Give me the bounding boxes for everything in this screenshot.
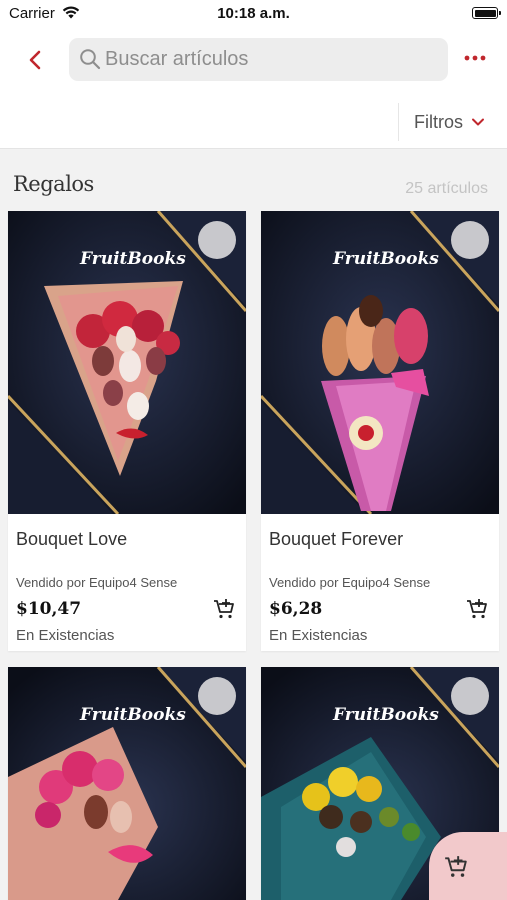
search-input[interactable] (105, 38, 435, 81)
stock-status: En Existencias (269, 627, 368, 644)
product-price: $6,28 (269, 599, 323, 619)
product-name[interactable]: Bouquet Love (16, 529, 127, 550)
product-price: $10,47 (16, 599, 82, 619)
favorite-icon[interactable] (198, 221, 236, 259)
clock: 10:18 a.m. (217, 5, 290, 22)
product-image[interactable]: FruitBooks (8, 211, 246, 514)
stock-status: En Existencias (16, 627, 115, 644)
add-to-cart-icon[interactable] (465, 597, 489, 621)
status-bar: Carrier 10:18 a.m. (0, 0, 507, 28)
brand-logo: FruitBooks (333, 705, 439, 725)
product-image[interactable]: FruitBooks (8, 667, 246, 900)
battery-icon (472, 7, 501, 19)
product-card[interactable]: FruitBooks (8, 667, 246, 900)
add-to-cart-icon (445, 856, 467, 877)
product-card[interactable]: FruitBooks Bouquet Forever Vendido por E… (261, 211, 499, 651)
filters-button[interactable]: Filtros (414, 108, 485, 136)
section-title: Regalos (13, 172, 94, 196)
more-icon[interactable] (462, 48, 488, 68)
brand-logo: FruitBooks (333, 249, 439, 269)
favorite-icon[interactable] (451, 677, 489, 715)
favorite-icon[interactable] (451, 221, 489, 259)
filters-label: Filtros (414, 111, 463, 132)
floating-cart-button[interactable] (429, 832, 507, 900)
product-seller: Vendido por Equipo4 Sense (269, 575, 431, 590)
favorite-icon[interactable] (198, 677, 236, 715)
divider (398, 103, 399, 141)
product-name[interactable]: Bouquet Forever (269, 529, 403, 550)
product-image[interactable]: FruitBooks (261, 211, 499, 514)
add-to-cart-icon[interactable] (212, 597, 236, 621)
chevron-down-icon (472, 118, 484, 126)
brand-logo: FruitBooks (80, 249, 186, 269)
brand-logo: FruitBooks (80, 705, 186, 725)
item-count: 25 artículos (405, 180, 488, 197)
top-bar: Filtros (0, 28, 507, 149)
product-seller: Vendido por Equipo4 Sense (16, 575, 178, 590)
back-icon[interactable] (24, 48, 48, 72)
product-card[interactable]: FruitBooks Bouquet Love Vendido por Equi… (8, 211, 246, 651)
search-icon (80, 49, 101, 70)
search-bar[interactable] (69, 38, 448, 81)
